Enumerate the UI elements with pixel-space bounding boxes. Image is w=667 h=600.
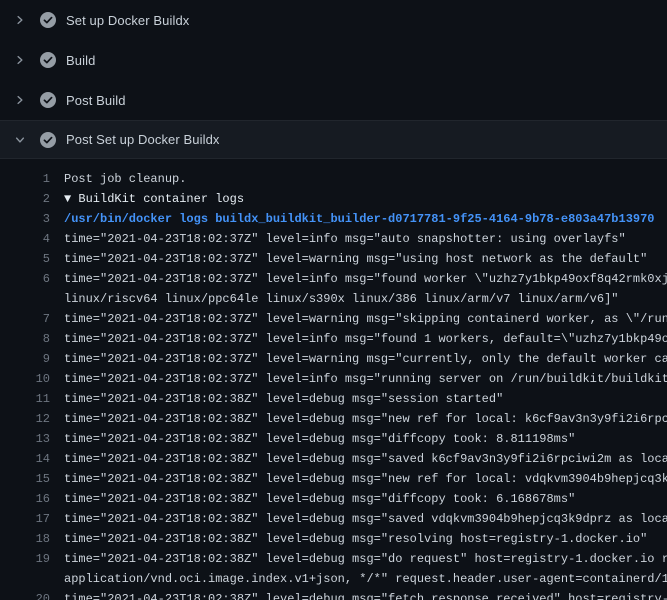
log-text: time="2021-04-23T18:02:38Z" level=debug … [50, 389, 503, 409]
log-line: 9 time="2021-04-23T18:02:37Z" level=warn… [0, 349, 667, 369]
line-number[interactable]: 15 [0, 469, 50, 489]
step-title: Set up Docker Buildx [66, 13, 189, 28]
log-text: time="2021-04-23T18:02:37Z" level=info m… [50, 329, 667, 349]
log-body: 1 Post job cleanup. 2 ▼ BuildKit contain… [0, 159, 667, 600]
line-number[interactable]: 2 [0, 189, 50, 209]
actions-log-viewer: Set up Docker Buildx Build Post Build Po… [0, 0, 667, 600]
log-line: 3 /usr/bin/docker logs buildx_buildkit_b… [0, 209, 667, 229]
log-line: 7 time="2021-04-23T18:02:37Z" level=warn… [0, 309, 667, 329]
log-line: 15 time="2021-04-23T18:02:38Z" level=deb… [0, 469, 667, 489]
line-number[interactable]: 11 [0, 389, 50, 409]
line-number[interactable]: 6 [0, 269, 50, 289]
line-number[interactable]: 19 [0, 549, 50, 569]
line-number [0, 569, 50, 589]
chevron-down-icon [13, 133, 27, 147]
chevron-right-icon [13, 53, 27, 67]
log-text: Post job cleanup. [50, 169, 186, 189]
log-line: 10 time="2021-04-23T18:02:37Z" level=inf… [0, 369, 667, 389]
check-circle-icon [40, 92, 56, 108]
line-number[interactable]: 4 [0, 229, 50, 249]
step-title: Build [66, 53, 95, 68]
line-number[interactable]: 20 [0, 589, 50, 600]
log-text: time="2021-04-23T18:02:38Z" level=debug … [50, 429, 575, 449]
log-line: 17 time="2021-04-23T18:02:38Z" level=deb… [0, 509, 667, 529]
check-circle-icon [40, 12, 56, 28]
step-header-set-up-docker-buildx[interactable]: Set up Docker Buildx [0, 0, 667, 40]
line-number[interactable]: 7 [0, 309, 50, 329]
log-line: 16 time="2021-04-23T18:02:38Z" level=deb… [0, 489, 667, 509]
log-line: 20 time="2021-04-23T18:02:38Z" level=deb… [0, 589, 667, 600]
log-line: 2 ▼ BuildKit container logs [0, 189, 667, 209]
log-text: time="2021-04-23T18:02:38Z" level=debug … [50, 409, 667, 429]
log-command-text: /usr/bin/docker logs buildx_buildkit_bui… [50, 209, 655, 229]
step-title: Post Build [66, 93, 126, 108]
chevron-right-icon [13, 93, 27, 107]
line-number[interactable]: 14 [0, 449, 50, 469]
log-line: 19 time="2021-04-23T18:02:38Z" level=deb… [0, 549, 667, 569]
log-text: time="2021-04-23T18:02:37Z" level=info m… [50, 269, 667, 289]
line-number[interactable]: 17 [0, 509, 50, 529]
log-text: time="2021-04-23T18:02:38Z" level=debug … [50, 449, 667, 469]
chevron-right-icon [13, 13, 27, 27]
line-number[interactable]: 13 [0, 429, 50, 449]
log-line: 14 time="2021-04-23T18:02:38Z" level=deb… [0, 449, 667, 469]
check-circle-icon [40, 52, 56, 68]
log-text: time="2021-04-23T18:02:37Z" level=warnin… [50, 309, 667, 329]
log-text: time="2021-04-23T18:02:37Z" level=warnin… [50, 349, 667, 369]
line-number [0, 289, 50, 309]
log-line: 11 time="2021-04-23T18:02:38Z" level=deb… [0, 389, 667, 409]
log-text: time="2021-04-23T18:02:38Z" level=debug … [50, 549, 667, 569]
check-circle-icon [40, 132, 56, 148]
log-text: application/vnd.oci.image.index.v1+json,… [50, 569, 667, 589]
log-line: 6 time="2021-04-23T18:02:37Z" level=info… [0, 269, 667, 289]
line-number[interactable]: 3 [0, 209, 50, 229]
log-line: 1 Post job cleanup. [0, 169, 667, 189]
log-line-continuation: application/vnd.oci.image.index.v1+json,… [0, 569, 667, 589]
log-text: time="2021-04-23T18:02:38Z" level=debug … [50, 469, 667, 489]
line-number[interactable]: 18 [0, 529, 50, 549]
line-number[interactable]: 5 [0, 249, 50, 269]
line-number[interactable]: 8 [0, 329, 50, 349]
line-number[interactable]: 16 [0, 489, 50, 509]
log-text: time="2021-04-23T18:02:37Z" level=warnin… [50, 249, 647, 269]
step-header-post-build[interactable]: Post Build [0, 80, 667, 120]
step-header-build[interactable]: Build [0, 40, 667, 80]
log-line: 5 time="2021-04-23T18:02:37Z" level=warn… [0, 249, 667, 269]
log-text: time="2021-04-23T18:02:38Z" level=debug … [50, 509, 667, 529]
line-number[interactable]: 1 [0, 169, 50, 189]
log-text: time="2021-04-23T18:02:37Z" level=info m… [50, 369, 667, 389]
log-line-continuation: linux/riscv64 linux/ppc64le linux/s390x … [0, 289, 667, 309]
log-text: time="2021-04-23T18:02:38Z" level=debug … [50, 589, 667, 600]
log-line: 4 time="2021-04-23T18:02:37Z" level=info… [0, 229, 667, 249]
line-number[interactable]: 9 [0, 349, 50, 369]
log-text: time="2021-04-23T18:02:38Z" level=debug … [50, 529, 647, 549]
log-group-toggle[interactable]: ▼ BuildKit container logs [50, 189, 244, 209]
log-line: 13 time="2021-04-23T18:02:38Z" level=deb… [0, 429, 667, 449]
log-text: linux/riscv64 linux/ppc64le linux/s390x … [50, 289, 619, 309]
log-text: time="2021-04-23T18:02:38Z" level=debug … [50, 489, 575, 509]
line-number[interactable]: 12 [0, 409, 50, 429]
step-title: Post Set up Docker Buildx [66, 132, 220, 147]
log-text: time="2021-04-23T18:02:37Z" level=info m… [50, 229, 626, 249]
step-header-post-set-up-docker-buildx[interactable]: Post Set up Docker Buildx [0, 120, 667, 159]
log-line: 12 time="2021-04-23T18:02:38Z" level=deb… [0, 409, 667, 429]
line-number[interactable]: 10 [0, 369, 50, 389]
log-line: 8 time="2021-04-23T18:02:37Z" level=info… [0, 329, 667, 349]
log-line: 18 time="2021-04-23T18:02:38Z" level=deb… [0, 529, 667, 549]
